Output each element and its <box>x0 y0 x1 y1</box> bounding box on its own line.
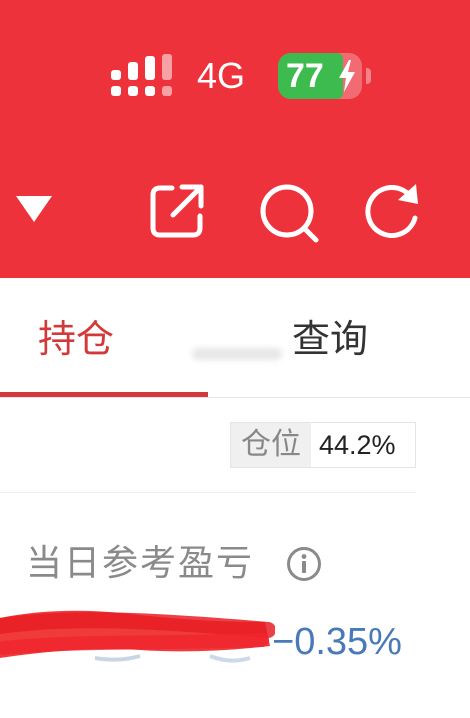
position-ratio-value: 44.2% <box>319 430 396 460</box>
redaction-scribble <box>0 610 275 663</box>
dropdown-icon[interactable] <box>14 194 54 224</box>
redacted-text <box>192 348 282 360</box>
section-divider <box>0 492 416 493</box>
tab-bar: 持仓 查询 <box>0 278 470 398</box>
share-icon[interactable] <box>148 182 206 240</box>
daily-pnl-percent: −0.35% <box>272 621 402 663</box>
tab-query[interactable]: 查询 <box>292 314 368 364</box>
position-ratio: 仓位 44.2% <box>230 422 416 468</box>
position-ratio-label: 仓位 <box>231 423 311 467</box>
battery-level: 77 <box>286 57 324 95</box>
app-header: 4G 77 <box>0 0 470 278</box>
info-icon[interactable] <box>286 546 322 582</box>
daily-pnl-label: 当日参考盈亏 <box>26 543 255 584</box>
network-type: 4G <box>197 55 246 96</box>
signal-strength-icon <box>111 54 172 96</box>
tab-holdings[interactable]: 持仓 <box>38 314 114 364</box>
battery-indicator: 77 <box>278 53 362 99</box>
charging-bolt-icon <box>339 60 355 92</box>
tab-divider <box>0 397 470 398</box>
refresh-icon[interactable] <box>362 182 422 240</box>
search-icon[interactable] <box>258 182 320 244</box>
battery-tip <box>366 68 371 84</box>
